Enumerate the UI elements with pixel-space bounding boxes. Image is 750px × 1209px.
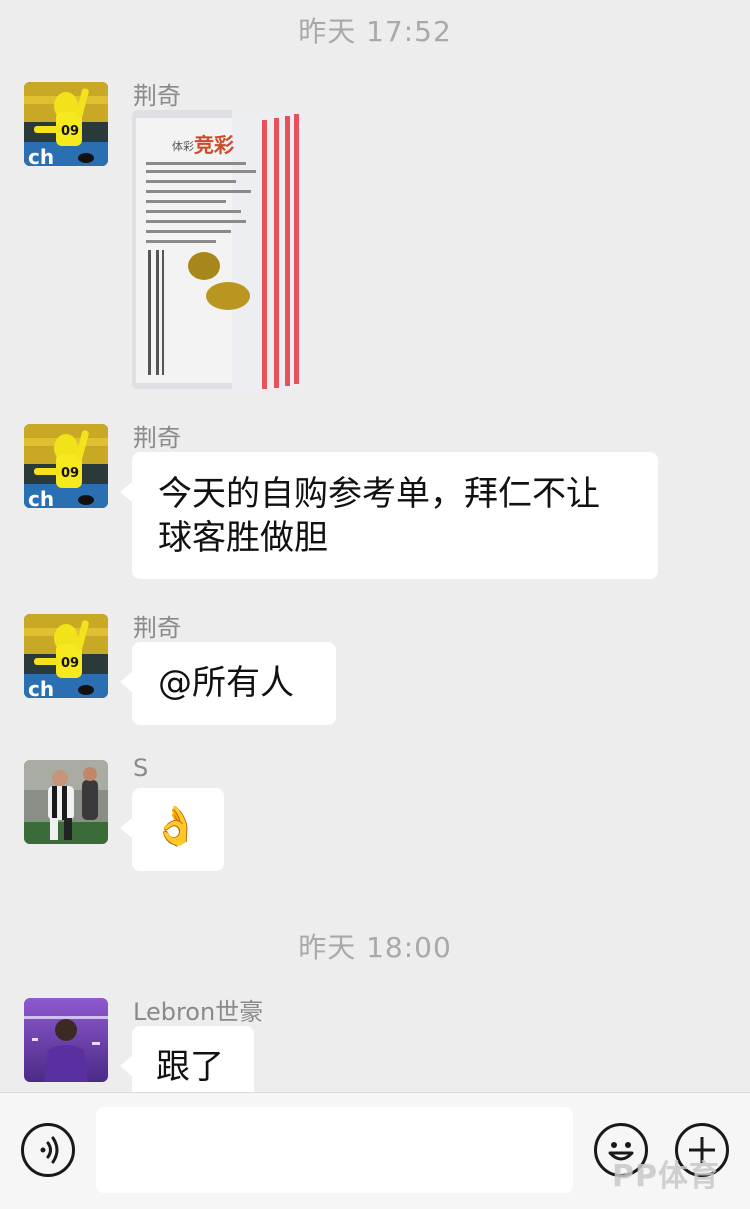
sender-name: 荆奇	[133, 614, 181, 642]
sender-name: 荆奇	[133, 424, 181, 452]
message-line: 跟了	[156, 1047, 224, 1087]
avatar-s[interactable]	[24, 760, 108, 844]
ok-hand-emoji: 👌	[152, 804, 200, 848]
avatar-lebron[interactable]	[24, 998, 108, 1082]
lottery-ticket-photo[interactable]: 体彩 竞彩	[132, 110, 304, 389]
avatar-jingqi[interactable]: 09 ch	[24, 424, 108, 508]
svg-text:ch: ch	[28, 487, 54, 508]
svg-text:09: 09	[61, 466, 79, 481]
basketball-player-avatar-icon	[24, 998, 108, 1082]
svg-text:体彩: 体彩	[172, 139, 194, 153]
lottery-ticket-image: 体彩 竞彩	[132, 110, 304, 389]
message-line: 今天的自购参考单，拜仁不让	[158, 474, 600, 514]
message-line: 球客胜做胆	[158, 518, 328, 558]
message-bubble[interactable]: 👌	[120, 788, 224, 871]
svg-text:ch: ch	[28, 677, 54, 698]
avatar-jingqi[interactable]: 09 ch	[24, 614, 108, 698]
message-bubble[interactable]: 跟了	[120, 1026, 254, 1092]
sender-name: Lebron世豪	[133, 998, 264, 1026]
voice-icon	[40, 1136, 59, 1164]
message-bubble[interactable]: @所有人	[120, 642, 336, 725]
message-input[interactable]	[96, 1107, 573, 1193]
svg-text:09: 09	[61, 124, 79, 139]
sender-name: S	[133, 754, 149, 782]
svg-text:竞彩: 竞彩	[194, 133, 234, 157]
timestamp: 昨天 17:52	[298, 15, 452, 48]
watermark: PP体育	[612, 1159, 720, 1194]
svg-text:09: 09	[61, 656, 79, 671]
svg-text:ch: ch	[28, 145, 54, 166]
voice-button[interactable]	[21, 1123, 75, 1177]
timestamp: 昨天 18:00	[298, 931, 452, 964]
sender-name: 荆奇	[133, 82, 181, 110]
avatar-jingqi[interactable]: 09 ch	[24, 82, 108, 166]
mascot-avatar-icon: 09 ch	[24, 424, 108, 508]
mascot-avatar-icon: 09 ch	[24, 614, 108, 698]
soccer-player-avatar-icon	[24, 760, 108, 844]
message-line: @所有人	[158, 663, 294, 703]
chat-message-list[interactable]: 昨天 17:52 09 ch 荆奇 体彩 竞彩 09 ch 荆奇 今天的自购参考…	[0, 0, 750, 1092]
message-bubble[interactable]: 今天的自购参考单，拜仁不让 球客胜做胆	[120, 452, 658, 579]
mascot-avatar-icon: 09 ch	[24, 82, 108, 166]
